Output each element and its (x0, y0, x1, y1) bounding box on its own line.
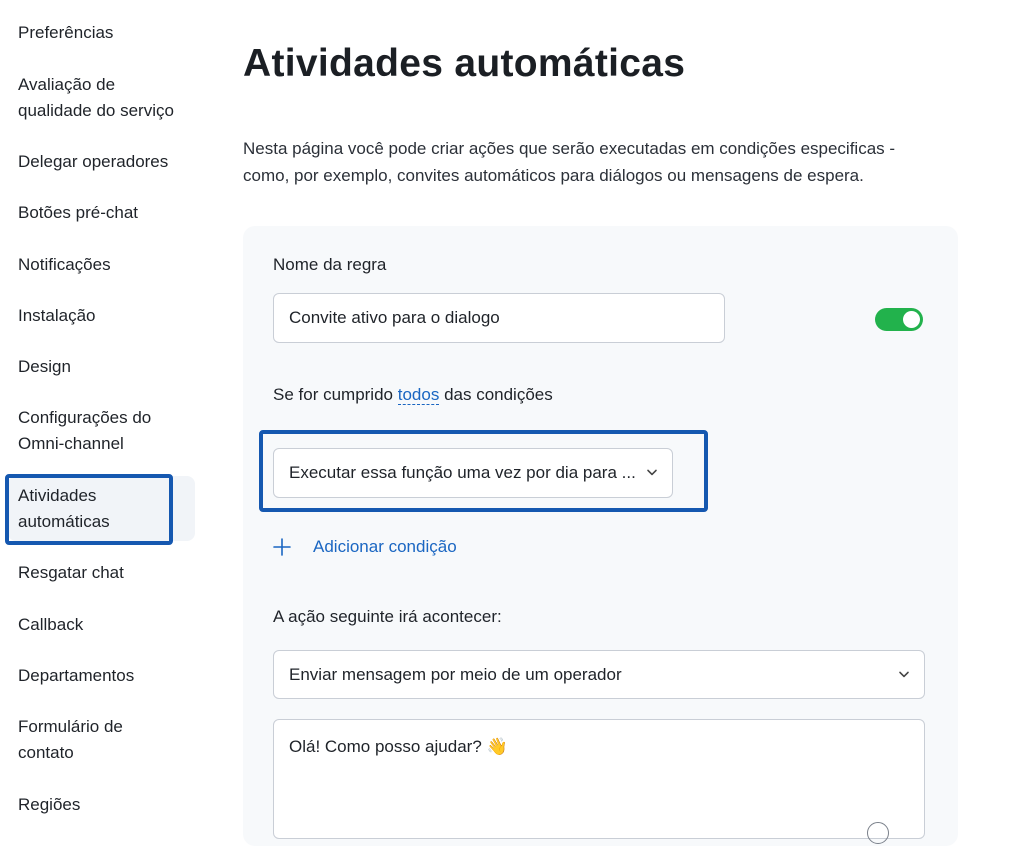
condition-sentence: Se for cumprido todos das condições (273, 385, 553, 405)
rule-name-value: Convite ativo para o dialogo (289, 308, 500, 327)
sidebar-item-omni-channel[interactable]: Configurações do Omni-channel (18, 405, 178, 457)
chevron-down-icon (899, 671, 909, 677)
message-textarea[interactable]: Olá! Como posso ajudar? 👋 (273, 719, 925, 839)
add-condition-label: Adicionar condição (313, 537, 457, 556)
chevron-down-icon (647, 469, 657, 476)
emoji-picker-icon[interactable] (867, 822, 889, 844)
rule-name-input[interactable]: Convite ativo para o dialogo (273, 293, 725, 343)
message-text: Olá! Como posso ajudar? 👋 (289, 737, 508, 756)
condition-prefix: Se for cumprido (273, 385, 393, 404)
sidebar-item-avaliacao-qualidade[interactable]: Avaliação de qualidade do serviço (18, 72, 193, 124)
page-description: Nesta página você pode criar ações que s… (243, 139, 896, 185)
sidebar-item-design[interactable]: Design (18, 354, 193, 380)
action-label: A ação seguinte irá acontecer: (273, 607, 502, 626)
sidebar-item-atividades-automaticas[interactable]: Atividades automáticas (18, 483, 138, 535)
sidebar-item-delegar-operadores[interactable]: Delegar operadores (18, 149, 193, 175)
toggle-knob (903, 311, 920, 328)
sidebar-item-resgatar-chat[interactable]: Resgatar chat (18, 560, 193, 586)
sidebar-item-departamentos[interactable]: Departamentos (18, 663, 193, 689)
plus-icon (273, 538, 291, 556)
sidebar-item-botoes-pre-chat[interactable]: Botões pré-chat (18, 200, 193, 226)
action-select-value: Enviar mensagem por meio de um operador (289, 664, 622, 684)
condition-mode-link[interactable]: todos (397, 385, 440, 405)
sidebar-item-formulario-contato[interactable]: Formulário de contato (18, 714, 148, 766)
action-select[interactable]: Enviar mensagem por meio de um operador (273, 650, 925, 699)
condition-suffix: das condições (444, 385, 553, 404)
main-content: Atividades automáticas Nesta página você… (243, 0, 1003, 846)
rule-enabled-toggle[interactable] (875, 308, 923, 331)
sidebar-item-preferencias[interactable]: Preferências (18, 20, 193, 46)
page-title: Atividades automáticas (243, 42, 686, 85)
sidebar-item-notificacoes[interactable]: Notificações (18, 252, 193, 278)
rule-name-label: Nome da regra (273, 255, 387, 274)
sidebar-item-instalacao[interactable]: Instalação (18, 303, 193, 329)
condition-select[interactable]: Executar essa função uma vez por dia par… (273, 448, 673, 498)
sidebar-item-callback[interactable]: Callback (18, 612, 193, 638)
sidebar-item-regioes[interactable]: Regiões (18, 792, 193, 818)
condition-select-value: Executar essa função uma vez por dia par… (289, 463, 636, 482)
add-condition-button[interactable]: Adicionar condição (273, 537, 457, 557)
settings-sidebar: Preferências Avaliação de qualidade do s… (0, 0, 200, 827)
